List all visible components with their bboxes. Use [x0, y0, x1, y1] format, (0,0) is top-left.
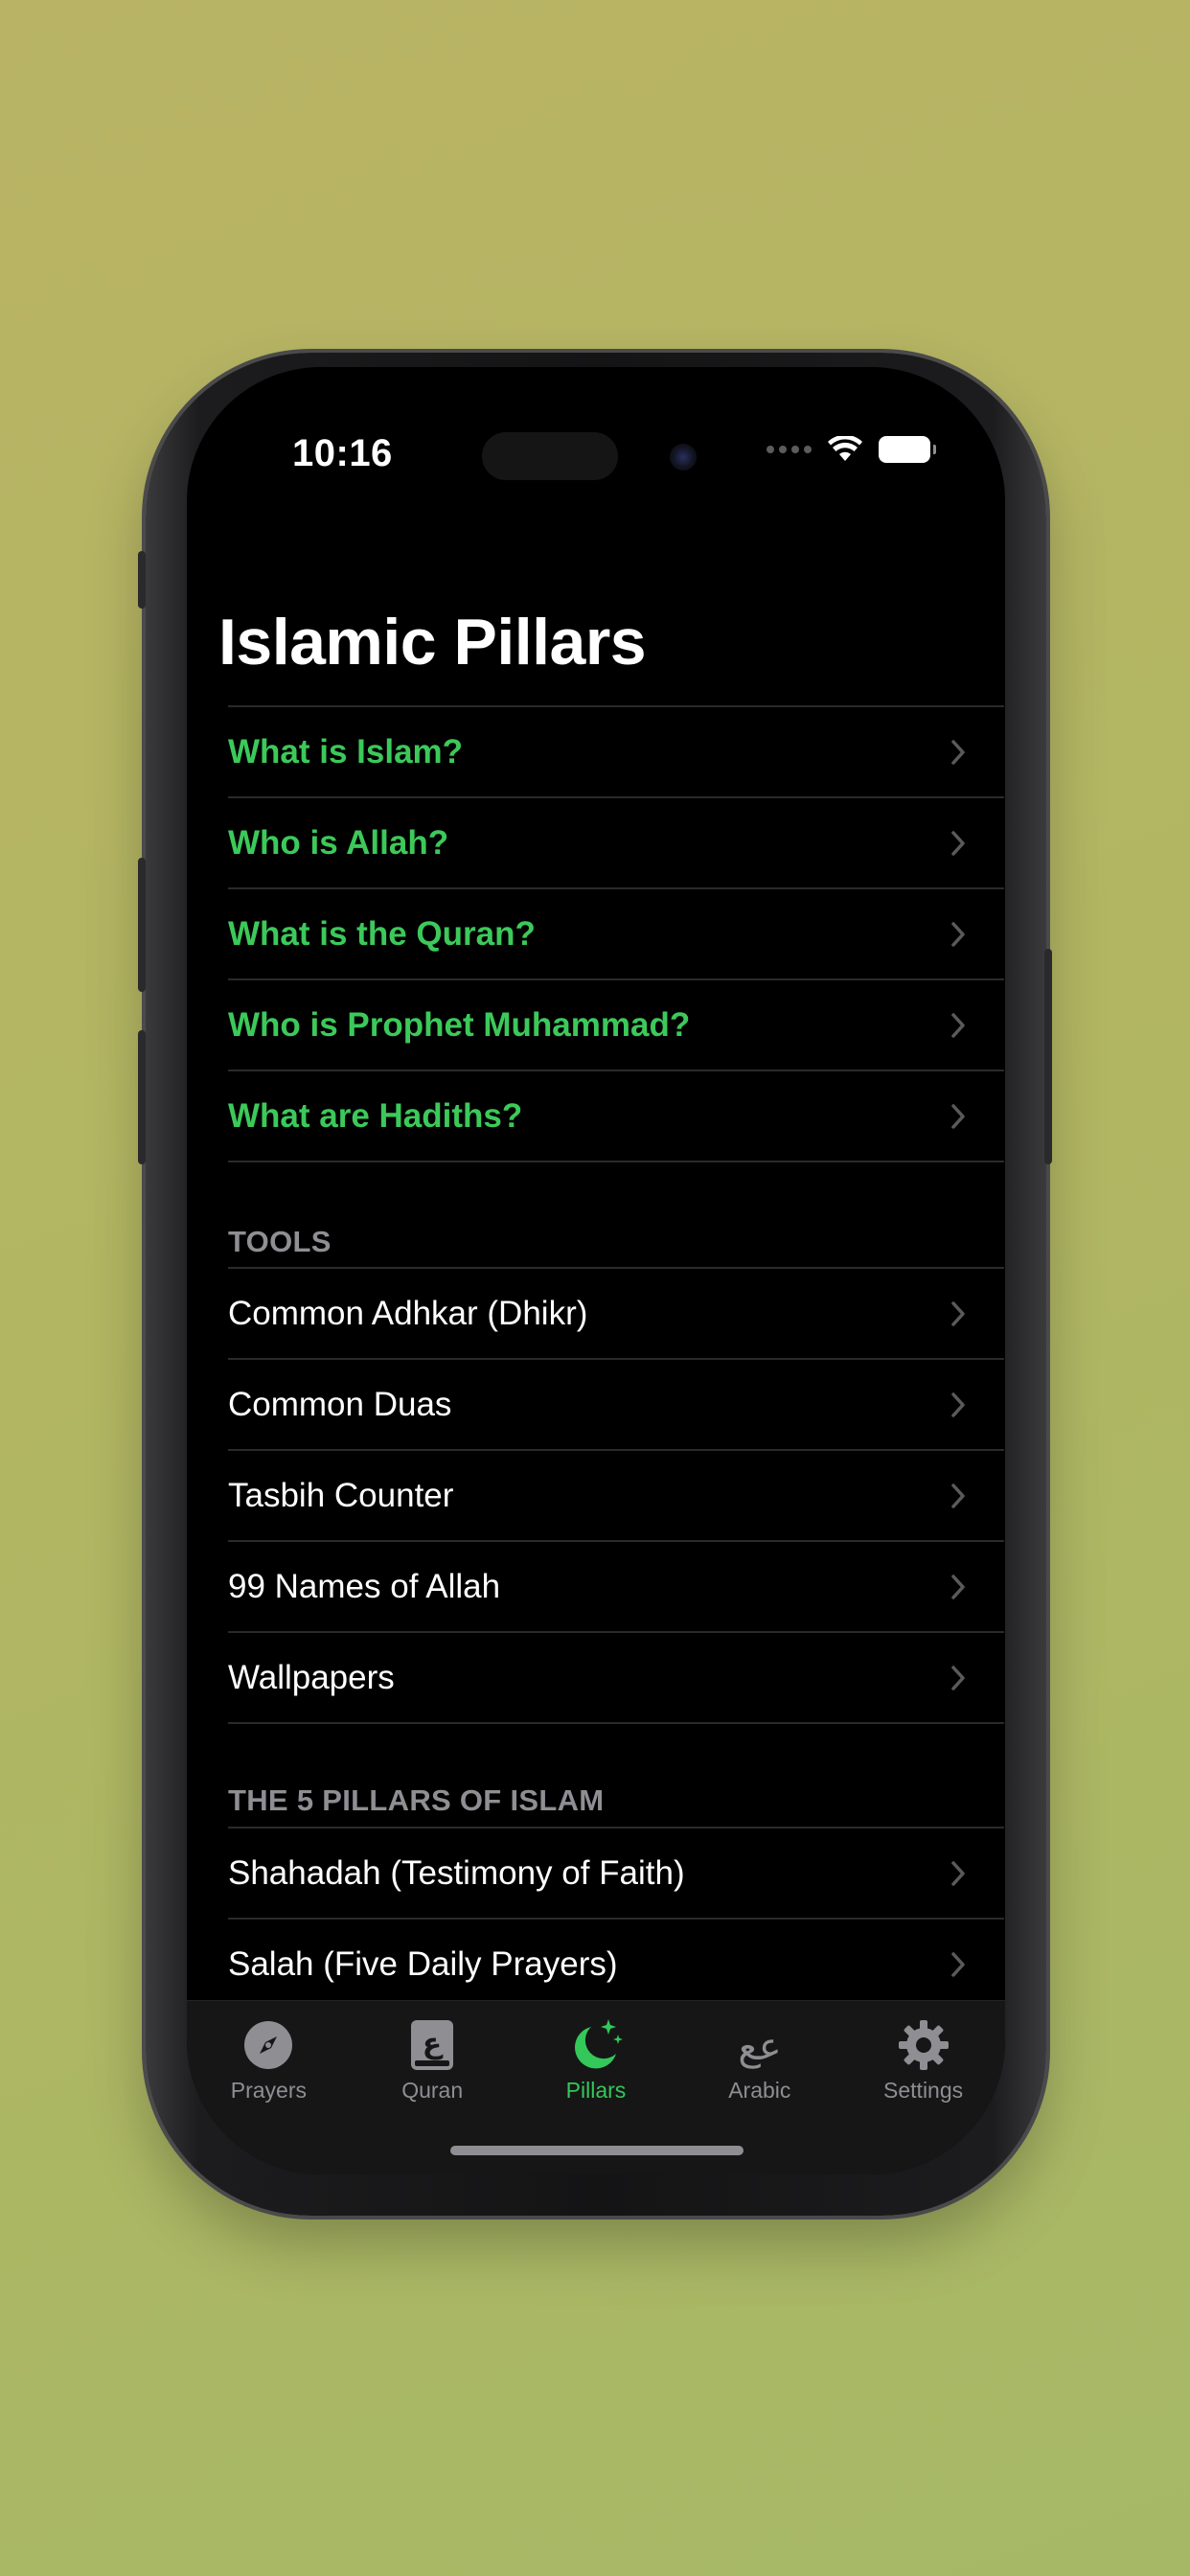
list-item-what-is-islam[interactable]: What is Islam?: [228, 705, 1004, 796]
list-item-label: What are Hadiths?: [228, 1096, 523, 1135]
list-item-label: What is the Quran?: [228, 914, 536, 953]
chevron-right-icon: [939, 1006, 977, 1045]
list-item-what-is-quran[interactable]: What is the Quran?: [228, 887, 1004, 978]
tools-list: Common Adhkar (Dhikr) Common Duas Tasbih…: [228, 1267, 1004, 1724]
book-icon: ع: [403, 2016, 461, 2074]
chevron-right-icon: [939, 1386, 977, 1424]
wifi-icon: [828, 436, 862, 461]
battery-icon: [879, 436, 936, 463]
tab-label: Prayers: [230, 2078, 308, 2103]
chevron-right-icon: [939, 1854, 977, 1893]
tab-prayers[interactable]: Prayers: [187, 2001, 351, 2174]
front-camera: [670, 444, 697, 471]
list-item-label: Who is Allah?: [228, 823, 449, 862]
list-item-who-is-allah[interactable]: Who is Allah?: [228, 796, 1004, 887]
chevron-right-icon: [939, 1659, 977, 1697]
dynamic-island: [482, 432, 618, 480]
section-header-five-pillars: THE 5 PILLARS OF ISLAM: [228, 1783, 605, 1817]
cellular-signal-icon: [767, 446, 812, 453]
list-item-label: Common Adhkar (Dhikr): [228, 1294, 588, 1332]
compass-icon: [240, 2016, 297, 2074]
chevron-right-icon: [939, 1945, 977, 1984]
list-item-99-names[interactable]: 99 Names of Allah: [228, 1540, 1004, 1631]
chevron-right-icon: [939, 1097, 977, 1136]
gear-icon: [895, 2016, 952, 2074]
list-item-shahadah[interactable]: Shahadah (Testimony of Faith): [228, 1827, 1004, 1918]
tab-label: Arabic: [728, 2078, 791, 2103]
action-button: [138, 551, 146, 609]
volume-down-button: [138, 1030, 146, 1164]
chevron-right-icon: [939, 1295, 977, 1333]
power-button: [1044, 949, 1052, 1164]
list-item-label: Who is Prophet Muhammad?: [228, 1005, 691, 1044]
list-item-common-adhkar[interactable]: Common Adhkar (Dhikr): [228, 1267, 1004, 1358]
chevron-right-icon: [939, 915, 977, 954]
list-item-label: Tasbih Counter: [228, 1476, 454, 1514]
list-item-label: Common Duas: [228, 1385, 452, 1423]
svg-text:ع: ع: [423, 2027, 444, 2060]
list-item-label: What is Islam?: [228, 732, 464, 770]
list-item-what-are-hadiths[interactable]: What are Hadiths?: [228, 1070, 1004, 1162]
list-item-label: Wallpapers: [228, 1658, 395, 1696]
list-item-wallpapers[interactable]: Wallpapers: [228, 1631, 1004, 1724]
tab-settings[interactable]: Settings: [841, 2001, 1005, 2174]
volume-up-button: [138, 858, 146, 992]
chevron-right-icon: [939, 1568, 977, 1606]
tab-label: Settings: [883, 2078, 964, 2103]
chevron-right-icon: [939, 733, 977, 771]
list-item-salah[interactable]: Salah (Five Daily Prayers): [228, 1918, 1004, 2009]
home-indicator[interactable]: [450, 2146, 744, 2155]
intro-list: What is Islam? Who is Allah? What is the…: [228, 705, 1004, 1162]
arabic-letters-icon: عع: [731, 2016, 789, 2074]
list-item-label: Shahadah (Testimony of Faith): [228, 1853, 685, 1892]
status-time: 10:16: [292, 432, 393, 474]
page-title: Islamic Pillars: [218, 606, 647, 678]
section-header-tools: TOOLS: [228, 1225, 332, 1258]
list-item-common-duas[interactable]: Common Duas: [228, 1358, 1004, 1449]
chevron-right-icon: [939, 1477, 977, 1515]
moon-stars-icon: [567, 2016, 625, 2074]
screen: 10:16 Islamic Pillars What is Islam? Who…: [187, 367, 1005, 2174]
list-item-who-is-prophet-muhammad[interactable]: Who is Prophet Muhammad?: [228, 978, 1004, 1070]
tab-label: Pillars: [565, 2078, 627, 2103]
chevron-right-icon: [939, 824, 977, 862]
status-indicators: [767, 436, 936, 463]
list-item-label: Salah (Five Daily Prayers): [228, 1944, 618, 1983]
svg-text:عع: عع: [738, 2025, 781, 2069]
pillars-list: Shahadah (Testimony of Faith) Salah (Fiv…: [228, 1827, 1004, 2009]
list-item-tasbih-counter[interactable]: Tasbih Counter: [228, 1449, 1004, 1540]
list-item-label: 99 Names of Allah: [228, 1567, 501, 1605]
tab-label: Quran: [401, 2078, 464, 2103]
